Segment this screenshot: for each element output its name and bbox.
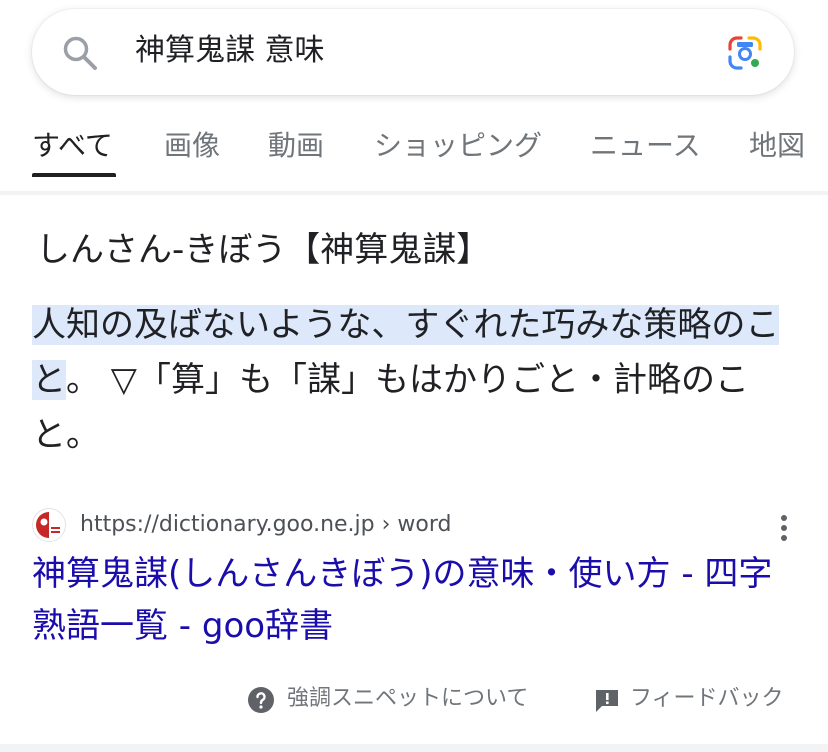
result-source[interactable]: https://dictionary.goo.ne.jp › word xyxy=(32,505,802,545)
search-input[interactable]: 神算鬼謀 意味 xyxy=(135,29,325,73)
snippet-rest: 。 ▽「算」も「謀」もはかりごと・計略のこと。 xyxy=(32,360,749,455)
feedback-icon[interactable] xyxy=(593,686,621,714)
snippet-footer: 強調スニペットについて フィードバック xyxy=(0,680,828,720)
feedback-link[interactable]: フィードバック xyxy=(630,682,784,716)
tab-images[interactable]: 画像 xyxy=(164,128,220,164)
featured-snippet-text: 人知の及ばないような、すぐれた巧みな策略のこと。 ▽「算」も「謀」もはかりごと・… xyxy=(32,298,802,463)
tab-news[interactable]: ニュース xyxy=(590,128,701,164)
tab-maps[interactable]: 地図 xyxy=(749,128,805,164)
about-featured-snippets-link[interactable]: 強調スニペットについて xyxy=(287,682,528,716)
source-url[interactable]: https://dictionary.goo.ne.jp › word xyxy=(80,509,451,541)
featured-snippet-heading: しんさん-きぼう【神算鬼謀】 xyxy=(36,230,491,270)
section-divider xyxy=(0,744,828,752)
google-lens-icon[interactable] xyxy=(725,33,765,73)
tab-all[interactable]: すべて xyxy=(32,128,113,164)
search-bar[interactable]: 神算鬼謀 意味 xyxy=(32,9,794,95)
result-title-link[interactable]: 神算鬼謀(しんさんきぼう)の意味・使い方 - 四字熟語一覧 - goo辞書 xyxy=(32,548,802,652)
help-circle-icon[interactable] xyxy=(247,686,275,714)
more-vert-icon[interactable] xyxy=(772,511,796,547)
search-icon[interactable] xyxy=(60,33,100,73)
goo-dictionary-favicon xyxy=(32,508,66,542)
tab-videos[interactable]: 動画 xyxy=(268,128,324,164)
active-tab-indicator xyxy=(32,173,116,177)
tabs-divider xyxy=(0,191,828,195)
search-tabs: すべて 画像 動画 ショッピング ニュース 地図 xyxy=(0,118,828,178)
tab-shopping[interactable]: ショッピング xyxy=(374,128,542,164)
